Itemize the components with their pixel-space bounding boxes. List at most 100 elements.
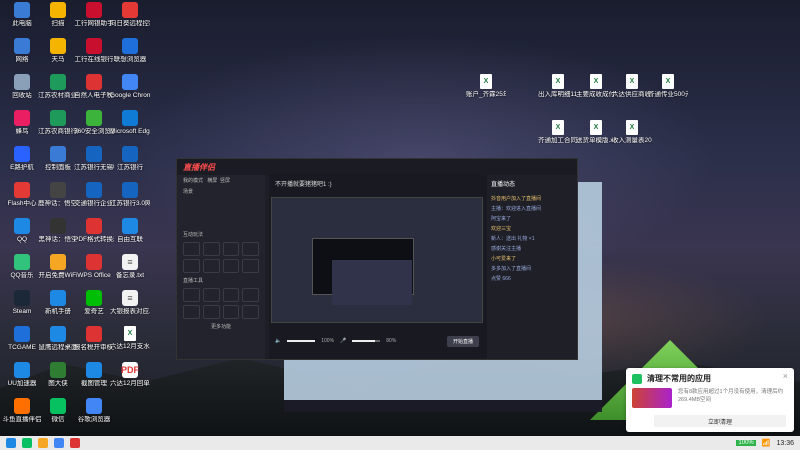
mode-header[interactable]: 我的模式 横屏 竖屏 — [177, 175, 265, 186]
desktop-file[interactable]: X 齐通传业500元（委托加... — [648, 74, 688, 98]
chrome-taskbar-icon[interactable] — [54, 438, 64, 448]
cleanup-notification[interactable]: 清理不常用的应用 × 您有8款应用超过1个月没有使用，清理后约269.4MB空间… — [626, 368, 794, 432]
desktop-icon[interactable]: 报名税开审核处理工具V2 — [74, 326, 114, 351]
desktop-icon[interactable]: 开启免费WiFi — [38, 254, 78, 279]
desktop-file[interactable]: X 出入库明细11月表.xls — [538, 74, 578, 98]
desktop-icon[interactable]: 爱奇艺 — [74, 290, 114, 315]
tool-button[interactable] — [242, 288, 259, 302]
live-streaming-app-window[interactable]: 直播伴侣 我的模式 横屏 竖屏 场景 互动玩法 直播工具 更多功能 不开播就要猪… — [176, 158, 578, 360]
mic-slider[interactable] — [352, 340, 381, 342]
tool-button[interactable] — [202, 242, 220, 256]
desktop-icon[interactable]: 斗鱼直播伴侣 — [2, 398, 42, 423]
app-taskbar-icon[interactable] — [70, 438, 80, 448]
desktop-icon[interactable]: E路护航 — [2, 146, 42, 171]
stream-title[interactable]: 不开播就要猪猪吧1 :) — [269, 175, 487, 192]
mic-icon[interactable]: 🎤 — [340, 338, 346, 344]
tool-button[interactable] — [183, 242, 200, 256]
desktop-icon[interactable]: ≡ 备忘录.txt — [110, 254, 150, 279]
desktop-icon[interactable]: 图大侠 — [38, 362, 78, 387]
network-icon[interactable]: 📶 — [762, 439, 771, 447]
tool-button[interactable] — [222, 259, 240, 273]
desktop-icon[interactable]: 联想浏览器 — [110, 38, 150, 63]
desktop-icon[interactable]: Steam — [2, 290, 42, 315]
desktop-icon[interactable]: X 六达12月支水.xls — [110, 326, 150, 350]
desktop-icon[interactable]: 控制面板 — [38, 146, 78, 171]
tool-button[interactable] — [183, 259, 200, 273]
desktop-icon[interactable]: 谷歌浏览器 — [74, 398, 114, 423]
desktop-icon[interactable]: 江苏银行无锡UKey用户... — [74, 146, 114, 171]
tool-button[interactable] — [242, 259, 259, 273]
desktop-icon-label: 报名税开审核处理工具V2 — [74, 344, 114, 351]
desktop-icon[interactable]: 网络 — [2, 38, 42, 63]
desktop-icon[interactable]: 鹿神话：悟空性能测试工具 — [38, 182, 78, 207]
tool-button[interactable] — [222, 305, 240, 319]
wechat-taskbar-icon[interactable] — [22, 438, 32, 448]
tab-portrait[interactable]: 竖屏 — [220, 178, 230, 184]
desktop-icon[interactable]: 黑神话：悟空 — [38, 218, 78, 243]
desktop-icon[interactable]: 工行在线银行 — [74, 38, 114, 63]
desktop-icon[interactable]: 微信 — [38, 398, 78, 423]
tool-button[interactable] — [202, 305, 220, 319]
volume-slider[interactable] — [287, 340, 316, 342]
desktop-icon[interactable]: 新机手册 — [38, 290, 78, 315]
close-icon[interactable]: × — [783, 371, 788, 381]
desktop-icon[interactable]: 江苏农村商业银行网银... — [38, 74, 78, 99]
tool-button[interactable] — [222, 242, 240, 256]
tab-landscape[interactable]: 横屏 — [207, 178, 217, 184]
desktop-icon[interactable]: UU加速器 — [2, 362, 42, 387]
desktop-icon[interactable]: 扫描 — [38, 2, 78, 27]
stream-preview[interactable] — [271, 197, 483, 323]
desktop-icon[interactable]: 截图管理 — [74, 362, 114, 387]
desktop-icon[interactable]: TCGAME — [2, 326, 42, 351]
tool-button[interactable] — [222, 288, 240, 302]
tool-button[interactable] — [183, 288, 200, 302]
desktop-icon[interactable]: QQ — [2, 218, 42, 243]
desktop-icon[interactable]: WPS Office — [74, 254, 114, 279]
desktop-file[interactable]: X 主要成收成付明细.xlsx — [576, 74, 616, 98]
desktop-file[interactable]: X 六达供应商收款汇总明细表 — [612, 74, 652, 98]
desktop-icon-label: 工行在线银行 — [74, 56, 114, 63]
desktop-icon[interactable]: 江苏农商银行网银二代U5... — [38, 110, 78, 135]
desktop-icon[interactable]: 交通银行企业网银 — [74, 182, 114, 207]
tool-button[interactable] — [183, 305, 200, 319]
desktop-icon[interactable]: 工行网银助手 — [74, 2, 114, 27]
desktop-icon[interactable]: PDF 六达12月回单.pdf — [110, 362, 150, 387]
clean-now-button[interactable]: 立即清理 — [654, 415, 786, 427]
desktop-icon[interactable]: 360安全浏览器 — [74, 110, 114, 135]
desktop-icon[interactable]: 向日葵远程控制 — [110, 2, 150, 27]
desktop-file[interactable]: X 齐通加工合同（1.44）.xlsx — [538, 120, 578, 144]
tool-button[interactable] — [242, 305, 259, 319]
app-titlebar[interactable]: 直播伴侣 — [177, 159, 577, 175]
time-display[interactable]: 13:36 — [776, 440, 794, 447]
tool-button[interactable] — [202, 259, 220, 273]
desktop-icon[interactable]: PDF格式转换器 — [74, 218, 114, 243]
explorer-taskbar-icon[interactable] — [38, 438, 48, 448]
desktop-icon[interactable]: 江苏银行3.0网银助手 — [110, 182, 150, 207]
desktop-icon[interactable]: Microsoft Edge — [110, 110, 150, 135]
scene-row[interactable]: 场景 — [177, 186, 265, 197]
desktop-icon[interactable]: 天马 — [38, 38, 78, 63]
tool-button[interactable] — [242, 242, 259, 256]
desktop-icon[interactable]: ≡ 大银报表对应.txt — [110, 290, 150, 315]
desktop-icon[interactable]: 江苏银行 — [110, 146, 150, 171]
desktop-icon[interactable]: QQ音乐 — [2, 254, 42, 279]
start-icon[interactable] — [6, 438, 16, 448]
desktop-file[interactable]: X 账户_齐霖25年12月对... — [466, 74, 506, 98]
battery-indicator[interactable]: 100% — [736, 440, 756, 446]
start-live-button[interactable]: 开始直播 — [446, 335, 479, 347]
app-icon — [86, 362, 102, 378]
desktop-icon[interactable]: 鼠鹰远程桌面 — [38, 326, 78, 351]
more-functions[interactable]: 更多功能 — [177, 321, 265, 332]
desktop-icon[interactable]: 此电脑 — [2, 2, 42, 27]
desktop-icon[interactable]: Flash中心 — [2, 182, 42, 207]
desktop-file[interactable]: X 收入测量表2025年6月... — [612, 120, 652, 144]
desktop-icon[interactable]: 自然人电子税务局（扣缴... — [74, 74, 114, 99]
desktop-icon[interactable]: 回收站 — [2, 74, 42, 99]
tool-button[interactable] — [202, 288, 220, 302]
desktop-icon[interactable]: 蜂鸟 — [2, 110, 42, 135]
desktop-icon[interactable]: 自由互联 — [110, 218, 150, 243]
chat-list[interactable]: 抖音用户加入了直播间 主播：欢迎进入直播间 阿宝来了 欢迎三宝 新人：送出 礼物 ×1 感… — [487, 195, 577, 282]
speaker-icon[interactable]: 🔈 — [275, 338, 281, 344]
desktop-file[interactable]: X 送货单模版.xlsx — [576, 120, 616, 144]
desktop-icon[interactable]: Google Chrome — [110, 74, 150, 99]
